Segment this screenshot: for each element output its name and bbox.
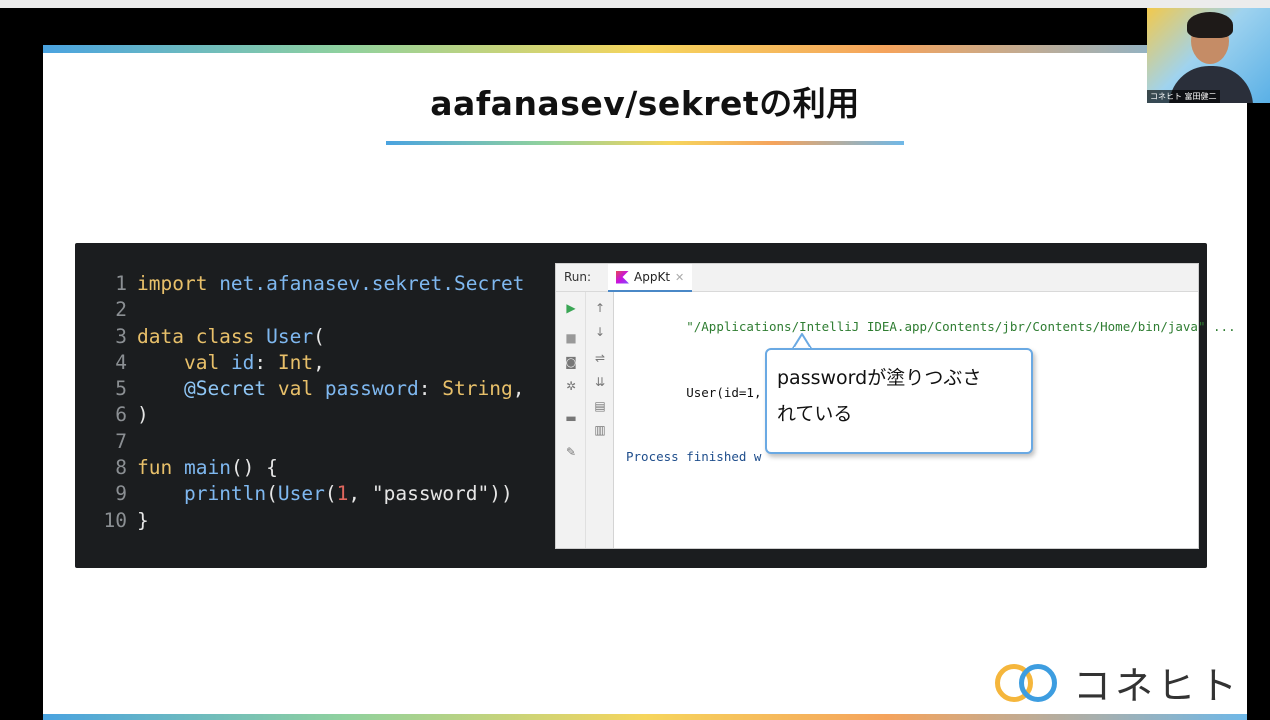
code-token: Int: [277, 350, 314, 374]
trash-icon[interactable]: ▥: [592, 422, 608, 438]
line-number: 2: [115, 298, 127, 322]
window-top-strip: [0, 0, 1270, 8]
code-line: 8 fun main() {: [99, 455, 524, 481]
line-number: 5: [115, 377, 127, 401]
arrow-down-icon[interactable]: ↓: [592, 324, 608, 340]
code-token: () {: [230, 456, 278, 480]
console-java-path: "/Applications/IntelliJ IDEA.app/Content…: [686, 319, 1236, 334]
run-toolbar-right: ↑ ↓ ⇌ ⇊ ▤ ▥: [586, 292, 614, 548]
print-icon[interactable]: ▤: [592, 398, 608, 414]
code-token: User: [277, 482, 325, 506]
callout-text-line2: れている: [777, 403, 853, 425]
line-number: 10: [103, 508, 127, 532]
ide-tab-bar: Run: AppKt ✕: [556, 264, 1198, 292]
code-token: password: [324, 377, 419, 401]
code-token: }: [137, 508, 149, 532]
code-line: 2: [99, 297, 524, 323]
play-icon[interactable]: ▶: [563, 300, 579, 316]
code-token: ): [137, 403, 149, 427]
code-line: 6): [99, 402, 524, 428]
callout-text-line1: passwordが塗りつぶさ: [777, 367, 982, 389]
code-token: 1: [336, 482, 349, 506]
code-token: net.afanasev.sekret.Secret: [219, 272, 525, 295]
callout-box: passwordが塗りつぶさ れている: [765, 348, 1033, 454]
run-toolbar-left: ▶ ■ ◙ ✲ ▬ ✎: [556, 292, 586, 548]
code-token: val: [183, 350, 231, 374]
code-line: 10}: [99, 508, 524, 534]
code-panel: 1 import net.afanasev.sekret.Secret 2 3 data…: [75, 243, 1236, 568]
line-number: 4: [115, 350, 127, 374]
code-token: User: [266, 324, 314, 348]
line-number: 9: [115, 482, 127, 506]
line-number: 8: [115, 456, 127, 480]
code-line: 5 @Secret val password: String,: [99, 376, 524, 402]
tab-label: AppKt: [634, 270, 671, 284]
slide-title: aafanasev/sekretの利用: [430, 84, 860, 123]
speaker-hair: [1187, 12, 1233, 38]
arrow-up-icon[interactable]: ↑: [592, 300, 608, 316]
code-line: 9 println(User(1, "password")): [99, 481, 524, 507]
line-number: 6: [115, 403, 127, 427]
slide-top-rainbow-bar: [43, 45, 1247, 53]
code-token: fun: [137, 456, 184, 480]
presentation-slide: aafanasev/sekretの利用 1 import net.afanasev…: [43, 45, 1247, 720]
layout-icon[interactable]: ▬: [563, 410, 579, 426]
soft-wrap-icon[interactable]: ⇌: [592, 350, 608, 366]
code-token: String: [442, 377, 513, 401]
code-token: (: [266, 482, 278, 506]
code-token: ,: [512, 377, 525, 401]
close-icon[interactable]: ✕: [675, 271, 684, 284]
code-token: (: [313, 324, 325, 348]
bug-icon[interactable]: ✲: [563, 378, 579, 394]
stop-icon[interactable]: ■: [563, 330, 579, 346]
logo-rings-icon: [995, 661, 1065, 705]
code-token: id: [230, 350, 255, 374]
line-number: 3: [115, 324, 127, 348]
code-token: @Secret: [183, 377, 278, 401]
slide-bottom-rainbow-bar: [43, 714, 1247, 720]
pin-icon[interactable]: ✎: [563, 444, 579, 460]
code-token: main: [183, 456, 231, 480]
line-number: 1: [115, 272, 127, 295]
camera-icon[interactable]: ◙: [563, 354, 579, 370]
code-token: data class: [137, 324, 267, 348]
konehito-logo: コネヒト: [995, 655, 1241, 710]
logo-text: コネヒト: [1073, 664, 1242, 708]
code-line: 1 import net.afanasev.sekret.Secret: [99, 271, 524, 297]
speaker-name-label: コネヒト 富田健二: [1147, 90, 1220, 103]
title-underline: [386, 141, 904, 145]
code-block: 1 import net.afanasev.sekret.Secret 2 3 data…: [99, 271, 525, 534]
code-token: :: [418, 377, 443, 401]
code-token: ,: [313, 350, 325, 374]
code-token: println: [183, 482, 267, 506]
kotlin-icon: [616, 270, 629, 284]
code-token: (: [324, 482, 337, 506]
code-token: import: [137, 272, 220, 295]
code-token: , "password")): [348, 482, 513, 506]
tab-appkt[interactable]: AppKt ✕: [608, 264, 693, 292]
code-line: 3 data class User(: [99, 324, 524, 350]
line-number: 7: [115, 429, 127, 453]
run-label: Run:: [564, 270, 592, 284]
code-token: :: [254, 350, 278, 374]
code-line: 4 val id: Int,: [99, 350, 524, 376]
code-token: val: [277, 377, 325, 401]
speaker-video-thumbnail[interactable]: コネヒト 富田健二: [1147, 8, 1270, 103]
scroll-to-end-icon[interactable]: ⇊: [592, 374, 608, 390]
code-line: 7: [99, 429, 524, 455]
